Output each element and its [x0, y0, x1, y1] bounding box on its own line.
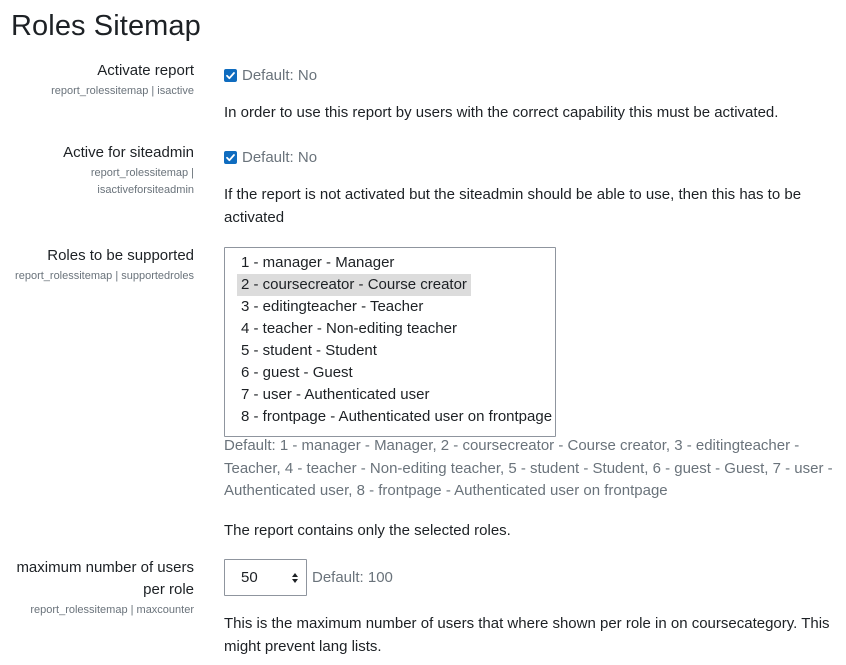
setting-label: maximum number of users per role report_… — [0, 557, 194, 619]
check-icon — [226, 71, 235, 79]
setting-label: Roles to be supported report_rolessitema… — [0, 245, 194, 285]
activate-checkbox[interactable] — [224, 68, 237, 82]
setting-control: 50 Default: 100 This is the maximum numb… — [224, 559, 840, 658]
checkbox-row: Default: No — [224, 64, 840, 86]
setting-key: report_rolessitemap | maxcounter — [30, 604, 194, 616]
setting-title: per role — [143, 581, 194, 598]
setting-key: report_rolessitemap | isactive — [51, 85, 194, 97]
default-text: Default: 100 — [312, 569, 393, 586]
checkbox-row: Default: No — [224, 146, 840, 168]
role-option[interactable]: 5 - student - Student — [237, 340, 381, 362]
default-text: Default: No — [242, 148, 318, 166]
setting-control: Default: No In order to use this report … — [224, 64, 840, 124]
setting-description: In order to use this report by users wit… — [224, 104, 779, 121]
maxcounter-row: 50 Default: 100 — [224, 559, 840, 596]
setting-label: Activate report report_rolessitemap | is… — [0, 60, 194, 100]
page-title: Roles Sitemap — [11, 10, 201, 42]
default-text: Default: No — [242, 66, 318, 84]
maxcounter-select[interactable]: 50 — [224, 559, 307, 596]
setting-control: 1 - manager - Manager 2 - coursecreator … — [224, 247, 840, 542]
setting-key: report_rolessitemap | supportedroles — [15, 270, 194, 282]
role-option[interactable]: 6 - guest - Guest — [237, 362, 357, 384]
setting-title: Active for siteadmin — [63, 144, 194, 161]
setting-description: This is the maximum number of users that… — [224, 615, 830, 655]
setting-label: Active for siteadmin report_rolessitemap… — [0, 142, 194, 199]
role-option-selected[interactable]: 2 - coursecreator - Course creator — [237, 274, 471, 296]
setting-description: If the report is not activated but the s… — [224, 186, 802, 226]
role-option[interactable]: 8 - frontpage - Authenticated user on fr… — [237, 406, 555, 428]
setting-title: Activate report — [97, 62, 194, 79]
default-text: Default: 1 - manager - Manager, 2 - cour… — [224, 437, 833, 499]
role-option[interactable]: 4 - teacher - Non-editing teacher — [237, 318, 461, 340]
roles-multiselect[interactable]: 1 - manager - Manager 2 - coursecreator … — [224, 247, 556, 437]
role-option[interactable]: 7 - user - Authenticated user — [237, 384, 433, 406]
setting-title: maximum number of users — [16, 559, 194, 576]
siteadmin-checkbox[interactable] — [224, 150, 237, 164]
setting-control: Default: No If the report is not activat… — [224, 146, 840, 229]
setting-description: The report contains only the selected ro… — [224, 521, 511, 539]
role-option[interactable]: 1 - manager - Manager — [237, 252, 398, 274]
setting-key: isactiveforsiteadmin — [97, 184, 194, 196]
updown-arrows-icon — [291, 572, 299, 584]
select-value: 50 — [241, 569, 258, 586]
role-option[interactable]: 3 - editingteacher - Teacher — [237, 296, 427, 318]
check-icon — [226, 153, 235, 161]
setting-title: Roles to be supported — [47, 247, 194, 264]
setting-key: report_rolessitemap | — [90, 167, 194, 179]
